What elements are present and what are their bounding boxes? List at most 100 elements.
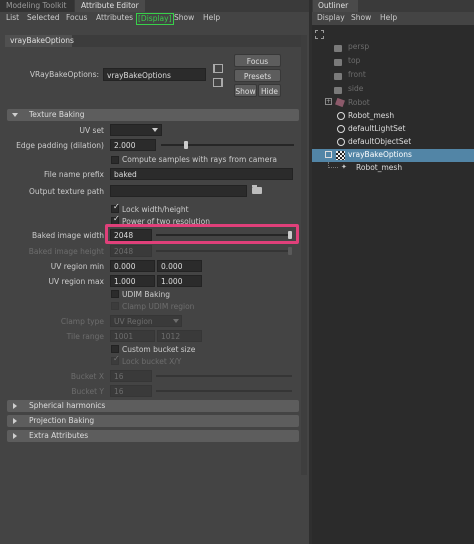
udim-baking-label: UDIM Baking: [122, 290, 171, 299]
uv-region-max-label: UV region max: [48, 277, 104, 286]
checkmark-icon: ✓: [113, 202, 120, 211]
tab-outliner[interactable]: Outliner: [313, 0, 358, 12]
tree-connector: [328, 162, 338, 168]
checkmark-icon: ✓: [113, 354, 120, 363]
node-name-field[interactable]: vrayBakeOptions: [103, 68, 206, 81]
baked-image-width-label: Baked image width: [32, 231, 104, 240]
lock-bucket-checkbox: ✓: [111, 354, 120, 365]
lock-width-height-checkbox[interactable]: ✓: [111, 202, 120, 213]
menu-display[interactable]: [Display]: [136, 13, 174, 25]
section-label: Projection Baking: [29, 416, 95, 425]
expand-arrow-icon: [13, 433, 17, 439]
menu-list[interactable]: List: [6, 14, 19, 22]
uv-region-min-v-field[interactable]: 0.000: [157, 260, 202, 272]
edge-padding-label: Edge padding (dilation): [16, 141, 104, 150]
custom-bucket-size-label: Custom bucket size: [122, 345, 196, 354]
menu-focus[interactable]: Focus: [66, 14, 87, 22]
edge-padding-slider[interactable]: [161, 144, 294, 146]
camera-icon: [334, 59, 342, 66]
presets-button[interactable]: Presets: [234, 69, 281, 82]
outliner-item-persp[interactable]: persp: [348, 41, 369, 53]
show-button[interactable]: Show: [234, 84, 257, 97]
outliner-item-side[interactable]: side: [348, 83, 363, 95]
attribute-editor-scrollbar[interactable]: [301, 35, 307, 475]
clamp-udim-checkbox: [111, 302, 119, 310]
edge-padding-field[interactable]: 2.000: [110, 139, 156, 151]
uv-region-min-u-field[interactable]: 0.000: [110, 260, 155, 272]
chevron-down-icon: [173, 319, 179, 323]
outliner-item-default-light-set[interactable]: defaultLightSet: [348, 123, 405, 135]
tile-range-end-field: 1012: [157, 330, 202, 342]
edge-padding-slider-handle[interactable]: [184, 141, 188, 149]
bucket-x-slider: [156, 375, 292, 377]
baked-image-height-field: 2048: [110, 245, 152, 257]
outliner-item-top[interactable]: top: [348, 55, 360, 67]
expand-plus-icon[interactable]: +: [325, 98, 332, 105]
load-node-icon[interactable]: [213, 78, 223, 87]
tab-modeling-toolkit[interactable]: Modeling Toolkit: [0, 0, 74, 12]
compute-samples-checkbox[interactable]: [111, 156, 119, 164]
lock-width-height-label: Lock width/height: [122, 205, 189, 214]
udim-baking-checkbox[interactable]: [111, 290, 119, 298]
section-label: Texture Baking: [29, 110, 85, 119]
uv-region-min-label: UV region min: [50, 262, 104, 271]
bucket-y-field: 16: [110, 385, 152, 397]
outliner-menu-show[interactable]: Show: [351, 14, 371, 22]
checkmark-icon: ✓: [113, 214, 120, 223]
folder-icon-tab: [252, 185, 257, 187]
folder-icon[interactable]: [252, 187, 262, 194]
expand-arrow-icon: [13, 418, 17, 424]
file-name-prefix-label: File name prefix: [43, 170, 104, 179]
menu-help[interactable]: Help: [203, 14, 220, 22]
menu-show[interactable]: Show: [174, 14, 194, 22]
highlight-box: [105, 224, 299, 244]
tab-attribute-editor[interactable]: Attribute Editor: [75, 0, 145, 12]
section-label: Extra Attributes: [29, 431, 89, 440]
baked-image-height-slider: [156, 250, 292, 252]
bucket-y-slider: [156, 390, 292, 392]
outliner-item-robot-mesh-child[interactable]: Robot_mesh: [356, 162, 402, 174]
baked-image-height-slider-handle: [288, 247, 292, 255]
section-projection-baking[interactable]: Projection Baking: [7, 415, 299, 427]
section-extra-attributes[interactable]: Extra Attributes: [7, 430, 299, 442]
focus-button[interactable]: Focus: [234, 54, 281, 67]
outliner-menu-display[interactable]: Display: [317, 14, 345, 22]
node-tab-vraybakeoptions[interactable]: vrayBakeOptions: [5, 35, 74, 47]
compute-samples-label: Compute samples with rays from camera: [122, 155, 278, 164]
output-texture-path-field[interactable]: [110, 185, 247, 197]
file-name-prefix-field[interactable]: baked: [110, 168, 293, 180]
outliner-item-robot[interactable]: Robot: [348, 97, 370, 109]
uv-region-max-v-field[interactable]: 1.000: [157, 275, 202, 287]
clamp-type-label: Clamp type: [60, 317, 104, 326]
menu-attributes[interactable]: Attributes: [96, 14, 133, 22]
uv-region-max-u-field[interactable]: 1.000: [110, 275, 155, 287]
section-spherical-harmonics[interactable]: Spherical harmonics: [7, 400, 299, 412]
uv-set-label: UV set: [79, 126, 104, 135]
outliner-item-vraybakeoptions[interactable]: vrayBakeOptions: [348, 149, 412, 161]
outliner-item-front[interactable]: front: [348, 69, 366, 81]
outliner-item-robot-mesh[interactable]: Robot_mesh: [348, 110, 394, 122]
menu-selected[interactable]: Selected: [27, 14, 60, 22]
custom-bucket-size-checkbox[interactable]: [111, 345, 119, 353]
tile-range-label: Tile range: [66, 332, 104, 341]
child-link-icon: ✦: [341, 163, 347, 171]
expand-minus-icon[interactable]: [325, 151, 332, 158]
checker-node-icon: [336, 151, 345, 160]
outliner-filter-icon[interactable]: [315, 30, 324, 39]
outliner-item-default-object-set[interactable]: defaultObjectSet: [348, 136, 411, 148]
section-label: Spherical harmonics: [29, 401, 106, 410]
collapse-arrow-icon: [12, 113, 18, 117]
output-texture-path-label: Output texture path: [29, 187, 104, 196]
camera-icon: [334, 73, 342, 80]
clamp-type-dropdown: UV Region: [110, 315, 182, 327]
hide-button[interactable]: Hide: [258, 84, 281, 97]
section-texture-baking[interactable]: Texture Baking: [7, 109, 299, 121]
outliner-menu-help[interactable]: Help: [380, 14, 397, 22]
focus-node-icon[interactable]: [213, 64, 223, 73]
lock-bucket-label: Lock bucket X/Y: [122, 357, 182, 366]
mesh-icon: [337, 112, 345, 120]
expand-arrow-icon: [13, 403, 17, 409]
chevron-down-icon: [152, 128, 158, 132]
set-icon: [337, 138, 345, 146]
camera-icon: [334, 45, 342, 52]
